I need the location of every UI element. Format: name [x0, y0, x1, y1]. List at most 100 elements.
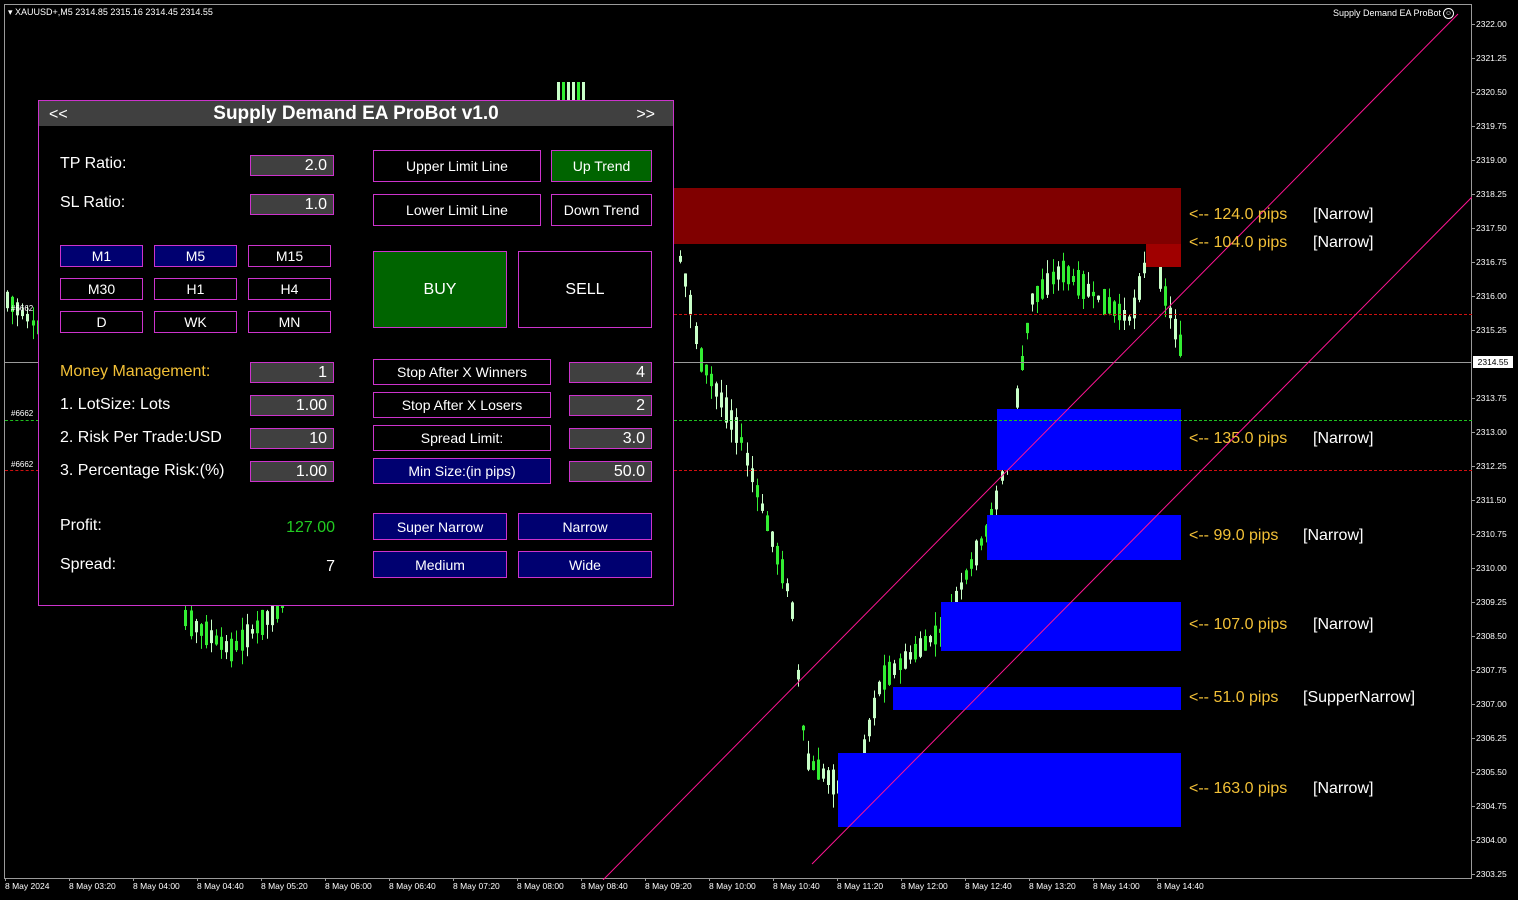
- lotsize-input[interactable]: 1.00: [250, 395, 334, 416]
- panel-header[interactable]: << Supply Demand EA ProBot v1.0 >>: [39, 101, 673, 126]
- price-tick-label: 2319.00: [1472, 155, 1507, 165]
- percentage-risk-label: 3. Percentage Risk:(%): [60, 462, 225, 479]
- price-tick-label: 2320.50: [1472, 87, 1507, 97]
- time-tick-label: 8 May 04:00: [133, 878, 180, 891]
- buy-button[interactable]: BUY: [373, 251, 507, 328]
- time-tick-label: 8 May 09:20: [645, 878, 692, 891]
- price-tick-label: 2316.00: [1472, 291, 1507, 301]
- price-tick-label: 2316.75: [1472, 257, 1507, 267]
- timeframe-mn-button[interactable]: MN: [248, 311, 331, 333]
- time-tick-label: 8 May 06:00: [325, 878, 372, 891]
- zone-pips-label: <-- 124.0 pips: [1189, 206, 1288, 223]
- price-tick-label: 2321.25: [1472, 53, 1507, 63]
- time-tick-label: 8 May 04:40: [197, 878, 244, 891]
- stop-after-losers-button[interactable]: Stop After X Losers: [373, 392, 551, 418]
- timeframe-m1-button[interactable]: M1: [60, 245, 143, 267]
- trade-tag: #6662: [11, 409, 34, 418]
- price-tick-label: 2305.50: [1472, 767, 1507, 777]
- super-narrow-button[interactable]: Super Narrow: [373, 513, 507, 540]
- timeframe-h4-button[interactable]: H4: [248, 278, 331, 300]
- stop-after-winners-input[interactable]: 4: [569, 362, 652, 383]
- timeframe-wk-button[interactable]: WK: [154, 311, 237, 333]
- profit-label: Profit:: [60, 517, 102, 534]
- next-page-button[interactable]: >>: [636, 106, 655, 124]
- min-size-input[interactable]: 50.0: [569, 461, 652, 482]
- price-tick-label: 2308.50: [1472, 631, 1507, 641]
- price-tick-label: 2311.50: [1471, 495, 1507, 505]
- price-tick-label: 2310.75: [1472, 529, 1507, 539]
- stop-after-winners-button[interactable]: Stop After X Winners: [373, 359, 551, 385]
- bot-name-label: Supply Demand EA ProBot ☺: [1332, 8, 1454, 20]
- price-tick-label: 2304.75: [1472, 801, 1507, 811]
- price-tick-label: 2304.00: [1472, 835, 1507, 845]
- money-management-input[interactable]: 1: [250, 362, 334, 383]
- price-tick-label: 2307.75: [1472, 665, 1507, 675]
- time-tick-label: 8 May 12:00: [901, 878, 948, 891]
- current-price-label: 2314.55: [1473, 356, 1513, 368]
- trade-tag: #6662: [11, 304, 34, 313]
- timeframe-m15-button[interactable]: M15: [248, 245, 331, 267]
- price-axis: 2322.00 2321.25 2320.50 2319.75 2319.00 2318.…: [1471, 0, 1518, 880]
- sl-ratio-input[interactable]: 1.0: [250, 194, 334, 215]
- time-tick-label: 8 May 08:00: [517, 878, 564, 891]
- tp-ratio-label: TP Ratio:: [60, 155, 127, 172]
- zone-type-label: [Narrow]: [1313, 206, 1374, 223]
- stop-after-losers-input[interactable]: 2: [569, 395, 652, 416]
- sell-button[interactable]: SELL: [518, 251, 652, 328]
- time-tick-label: 8 May 14:40: [1157, 878, 1204, 891]
- time-tick-label: 8 May 07:20: [453, 878, 500, 891]
- timeframe-d-button[interactable]: D: [60, 311, 143, 333]
- lower-limit-line-button[interactable]: Lower Limit Line: [373, 194, 541, 226]
- sl-ratio-label: SL Ratio:: [60, 194, 126, 211]
- time-tick-label: 8 May 12:40: [965, 878, 1012, 891]
- time-tick-label: 8 May 14:00: [1093, 878, 1140, 891]
- zone-pips-label: <-- 104.0 pips: [1189, 234, 1288, 251]
- time-tick-label: 8 May 10:00: [709, 878, 756, 891]
- price-tick-label: 2322.00: [1472, 19, 1507, 29]
- wide-button[interactable]: Wide: [518, 551, 652, 578]
- time-tick-label: 8 May 2024: [5, 878, 50, 891]
- zone-pips-label: <-- 99.0 pips: [1189, 527, 1279, 544]
- timeframe-m5-button[interactable]: M5: [154, 245, 237, 267]
- price-tick-label: 2318.25: [1472, 189, 1507, 199]
- price-tick-label: 2315.25: [1472, 325, 1507, 335]
- price-tick-label: 2309.25: [1472, 597, 1507, 607]
- up-trend-button[interactable]: Up Trend: [551, 150, 652, 182]
- risk-per-trade-input[interactable]: 10: [250, 428, 334, 449]
- time-axis: 8 May 2024 8 May 03:20 8 May 04:00 8 May 04…: [0, 878, 1472, 900]
- zone-type-label: [Narrow]: [1303, 527, 1364, 544]
- price-tick-label: 2313.00: [1472, 427, 1507, 437]
- symbol-quote: XAUUSD+,M5 2314.85 2315.16 2314.45 2314.…: [15, 7, 213, 17]
- risk-per-trade-label: 2. Risk Per Trade:USD: [60, 429, 222, 446]
- min-size-button[interactable]: Min Size:(in pips): [373, 458, 551, 484]
- price-tick-label: 2317.50: [1472, 223, 1507, 233]
- timeframe-h1-button[interactable]: H1: [154, 278, 237, 300]
- spread-limit-input[interactable]: 3.0: [569, 428, 652, 449]
- spread-label: Spread:: [60, 556, 117, 573]
- lotsize-label: 1. LotSize: Lots: [60, 396, 171, 413]
- price-tick-label: 2319.75: [1472, 121, 1507, 131]
- lower-trendline: [811, 196, 1472, 865]
- timeframe-m30-button[interactable]: M30: [60, 278, 143, 300]
- narrow-button[interactable]: Narrow: [518, 513, 652, 540]
- time-tick-label: 8 May 06:40: [389, 878, 436, 891]
- spread-limit-button[interactable]: Spread Limit:: [373, 425, 551, 451]
- price-tick-label: 2303.25: [1472, 869, 1507, 879]
- symbol-info[interactable]: ▾ XAUUSD+,M5 2314.85 2315.16 2314.45 231…: [8, 7, 213, 18]
- zone-type-label: [Narrow]: [1313, 234, 1374, 251]
- tp-ratio-input[interactable]: 2.0: [250, 155, 334, 176]
- trade-tag: #6662: [11, 460, 34, 469]
- bot-name: Supply Demand EA ProBot: [1332, 8, 1441, 18]
- time-tick-label: 8 May 10:40: [773, 878, 820, 891]
- panel-title: Supply Demand EA ProBot v1.0: [213, 103, 499, 124]
- zone-pips-label: <-- 107.0 pips: [1189, 616, 1288, 633]
- medium-button[interactable]: Medium: [373, 551, 507, 578]
- upper-limit-line-button[interactable]: Upper Limit Line: [373, 150, 541, 182]
- percentage-risk-input[interactable]: 1.00: [250, 461, 334, 482]
- time-tick-label: 8 May 11:20: [837, 878, 884, 891]
- zone-type-label: [Narrow]: [1313, 430, 1374, 447]
- price-tick-label: 2312.25: [1472, 461, 1507, 471]
- down-trend-button[interactable]: Down Trend: [551, 194, 652, 226]
- time-tick-label: 8 May 05:20: [261, 878, 308, 891]
- time-tick-label: 8 May 08:40: [581, 878, 628, 891]
